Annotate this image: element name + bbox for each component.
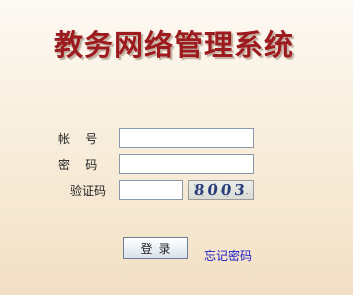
forgot-password-link[interactable]: 忘记密码 [204,247,252,264]
account-label: 帐 号 [58,132,98,146]
page-title: 教务网络管理系统 [53,28,294,62]
account-row: 帐 号 [0,128,353,150]
login-button[interactable]: 登录 [123,237,188,259]
password-row: 密 码 [0,154,353,176]
login-page: 教务网络管理系统 帐 号 密 码 验证码 8003 登录 忘记密码 [0,0,353,295]
captcha-image[interactable]: 8003 [188,180,254,200]
captcha-input[interactable] [119,180,183,200]
captcha-label: 验证码 [70,184,107,198]
captcha-row: 验证码 8003 [0,180,353,202]
account-input[interactable] [119,128,254,148]
password-label: 密 码 [58,158,98,172]
captcha-text: 8003 [193,181,249,199]
password-input[interactable] [119,154,254,174]
